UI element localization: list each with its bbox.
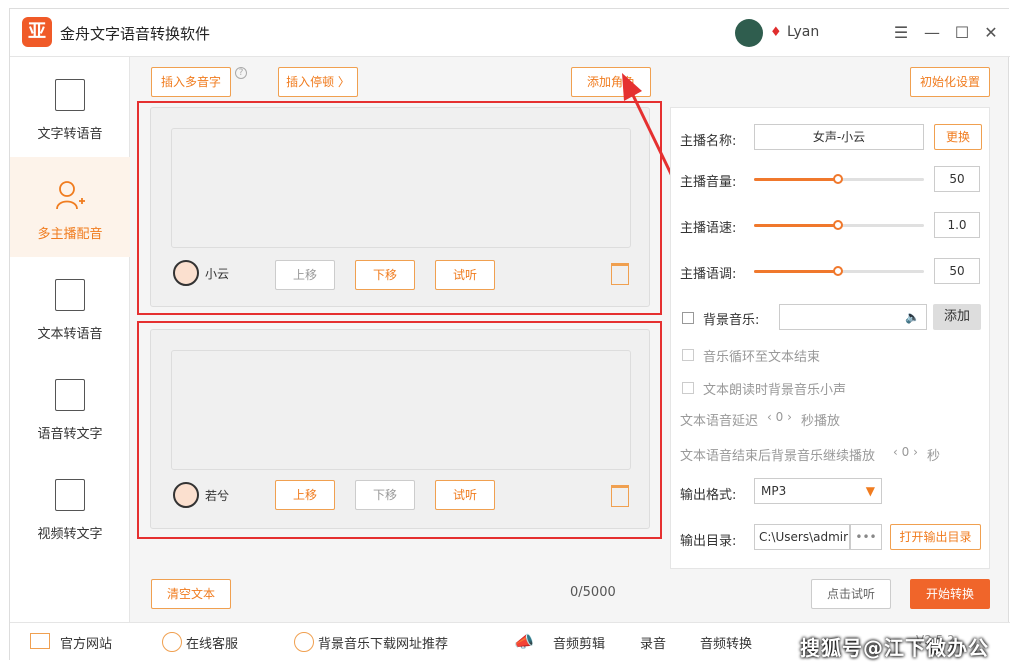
speed-slider[interactable]	[754, 220, 924, 230]
megaphone-icon: 📣	[514, 632, 534, 651]
bgm-label: 背景音乐:	[703, 313, 760, 328]
anchor-label: 主播名称:	[680, 134, 737, 149]
maximize-icon[interactable]: ☐	[953, 23, 971, 42]
delay-value: 0	[775, 410, 784, 424]
speaker-avatar	[173, 260, 199, 286]
user-avatar[interactable]	[735, 19, 763, 47]
role-text-input[interactable]	[171, 128, 631, 248]
loop-label: 音乐循环至文本结束	[703, 350, 821, 365]
delay-stepper[interactable]: ‹ 0 ›	[767, 410, 792, 424]
bgm-field[interactable]: 🔈	[779, 304, 927, 330]
role-card: 若兮 上移 下移 试听	[150, 329, 650, 529]
start-convert-button[interactable]: 开始转换	[910, 579, 990, 609]
sidebar-item-label: 文本转语音	[37, 327, 103, 342]
browse-dir-button[interactable]: •••	[850, 524, 882, 550]
continue-stepper[interactable]: ‹ 0 ›	[893, 445, 918, 459]
format-label: 输出格式:	[680, 488, 737, 503]
user-name[interactable]: Lyan	[787, 24, 819, 40]
menu-icon[interactable]: ☰	[892, 23, 910, 42]
volume-slider[interactable]	[754, 174, 924, 184]
online-service-link[interactable]: 在线客服	[186, 633, 238, 652]
listen-button[interactable]: 试听	[435, 480, 495, 510]
audio-convert-link[interactable]: 音频转换	[700, 633, 752, 652]
close-icon[interactable]: ✕	[982, 23, 1000, 42]
official-site-link[interactable]: 官方网站	[60, 633, 112, 652]
move-down-button[interactable]: 下移	[355, 480, 415, 510]
sidebar: 文字转语音 多主播配音 文本转语音 语音转文字 视频转文字	[10, 57, 130, 622]
preview-button[interactable]: 点击试听	[811, 579, 891, 609]
watermark-text: 搜狐号@江下微办公	[800, 636, 989, 660]
app-title: 金舟文字语音转换软件	[60, 25, 211, 43]
audio-cut-link[interactable]: 音频剪辑	[553, 633, 605, 652]
dir-label: 输出目录:	[680, 534, 737, 549]
music-icon	[294, 632, 314, 652]
listen-button[interactable]: 试听	[435, 260, 495, 290]
role-text-input[interactable]	[171, 350, 631, 470]
audio-text-icon	[55, 379, 85, 411]
help-icon[interactable]: ?	[235, 67, 247, 79]
delay-suffix: 秒播放	[801, 414, 841, 429]
bgm-checkbox[interactable]	[682, 312, 694, 324]
minimize-icon[interactable]: —	[923, 23, 941, 42]
role-card: 小云 上移 下移 试听	[150, 107, 650, 307]
sidebar-item-video-to-text[interactable]: 视频转文字	[10, 457, 130, 557]
continue-suffix: 秒	[927, 449, 941, 464]
delay-label: 文本语音延迟	[680, 414, 759, 429]
volume-label: 主播音量:	[680, 175, 737, 190]
sidebar-item-label: 文字转语音	[37, 127, 103, 142]
bgm-add-button[interactable]: 添加	[933, 304, 981, 330]
volume-input[interactable]: 50	[934, 166, 980, 192]
trash-icon[interactable]	[611, 485, 629, 507]
record-link[interactable]: 录音	[640, 633, 666, 652]
pitch-input[interactable]: 50	[934, 258, 980, 284]
open-dir-button[interactable]: 打开输出目录	[890, 524, 981, 550]
sidebar-item-label: 语音转文字	[37, 427, 103, 442]
speaker-name: 若兮	[205, 489, 230, 503]
headset-icon	[162, 632, 182, 652]
format-value: MP3	[761, 484, 787, 498]
user-add-icon	[56, 181, 85, 210]
chevron-down-icon: ▼	[865, 484, 875, 498]
anchor-field[interactable]: 女声-小云	[754, 124, 924, 150]
format-select[interactable]: MP3 ▼	[754, 478, 882, 504]
loop-checkbox[interactable]	[682, 349, 694, 361]
sidebar-item-label: 多主播配音	[37, 227, 103, 242]
monitor-icon	[30, 633, 50, 649]
init-settings-button[interactable]: 初始化设置	[910, 67, 990, 97]
move-down-button[interactable]: 下移	[355, 260, 415, 290]
speaker-name: 小云	[205, 267, 230, 281]
speed-label: 主播语速:	[680, 221, 737, 236]
continue-label: 文本语音结束后背景音乐继续播放	[680, 449, 876, 464]
bgm-sites-link[interactable]: 背景音乐下载网址推荐	[318, 633, 448, 652]
dir-field[interactable]: C:\Users\admir	[754, 524, 850, 550]
text-audio-icon	[55, 79, 85, 111]
video-text-icon	[55, 479, 85, 511]
settings-panel: 主播名称: 女声-小云 更换 主播音量: 50 主播语速: 1.0 主播语调: …	[670, 107, 990, 569]
title-bar: 亚 金舟文字语音转换软件 ♦ Lyan ☰ — ☐ ✕	[10, 9, 1010, 57]
app-window: 亚 金舟文字语音转换软件 ♦ Lyan ☰ — ☐ ✕ 文字转语音 多主播配音 …	[9, 8, 1010, 661]
char-count: 0/5000	[570, 585, 616, 600]
document-icon	[55, 279, 85, 311]
quiet-checkbox[interactable]	[682, 382, 694, 394]
speed-input[interactable]: 1.0	[934, 212, 980, 238]
insert-polyphone-button[interactable]: 插入多音字	[151, 67, 231, 97]
change-anchor-button[interactable]: 更换	[934, 124, 982, 150]
move-up-button[interactable]: 上移	[275, 480, 335, 510]
pitch-slider[interactable]	[754, 266, 924, 276]
insert-pause-button[interactable]: 插入停顿 〉	[278, 67, 358, 97]
move-up-button[interactable]: 上移	[275, 260, 335, 290]
app-logo: 亚	[22, 17, 52, 47]
sidebar-item-doc-to-speech[interactable]: 文本转语音	[10, 257, 130, 357]
sidebar-item-multi-anchor[interactable]: 多主播配音	[10, 157, 130, 257]
sidebar-item-label: 视频转文字	[37, 527, 103, 542]
sidebar-item-speech-to-text[interactable]: 语音转文字	[10, 357, 130, 457]
pitch-label: 主播语调:	[680, 267, 737, 282]
clear-text-button[interactable]: 清空文本	[151, 579, 231, 609]
quiet-label: 文本朗读时背景音乐小声	[703, 383, 847, 398]
speaker-avatar	[173, 482, 199, 508]
continue-value: 0	[901, 445, 910, 459]
sidebar-item-text-to-speech[interactable]: 文字转语音	[10, 57, 130, 157]
vip-icon: ♦	[770, 25, 782, 40]
